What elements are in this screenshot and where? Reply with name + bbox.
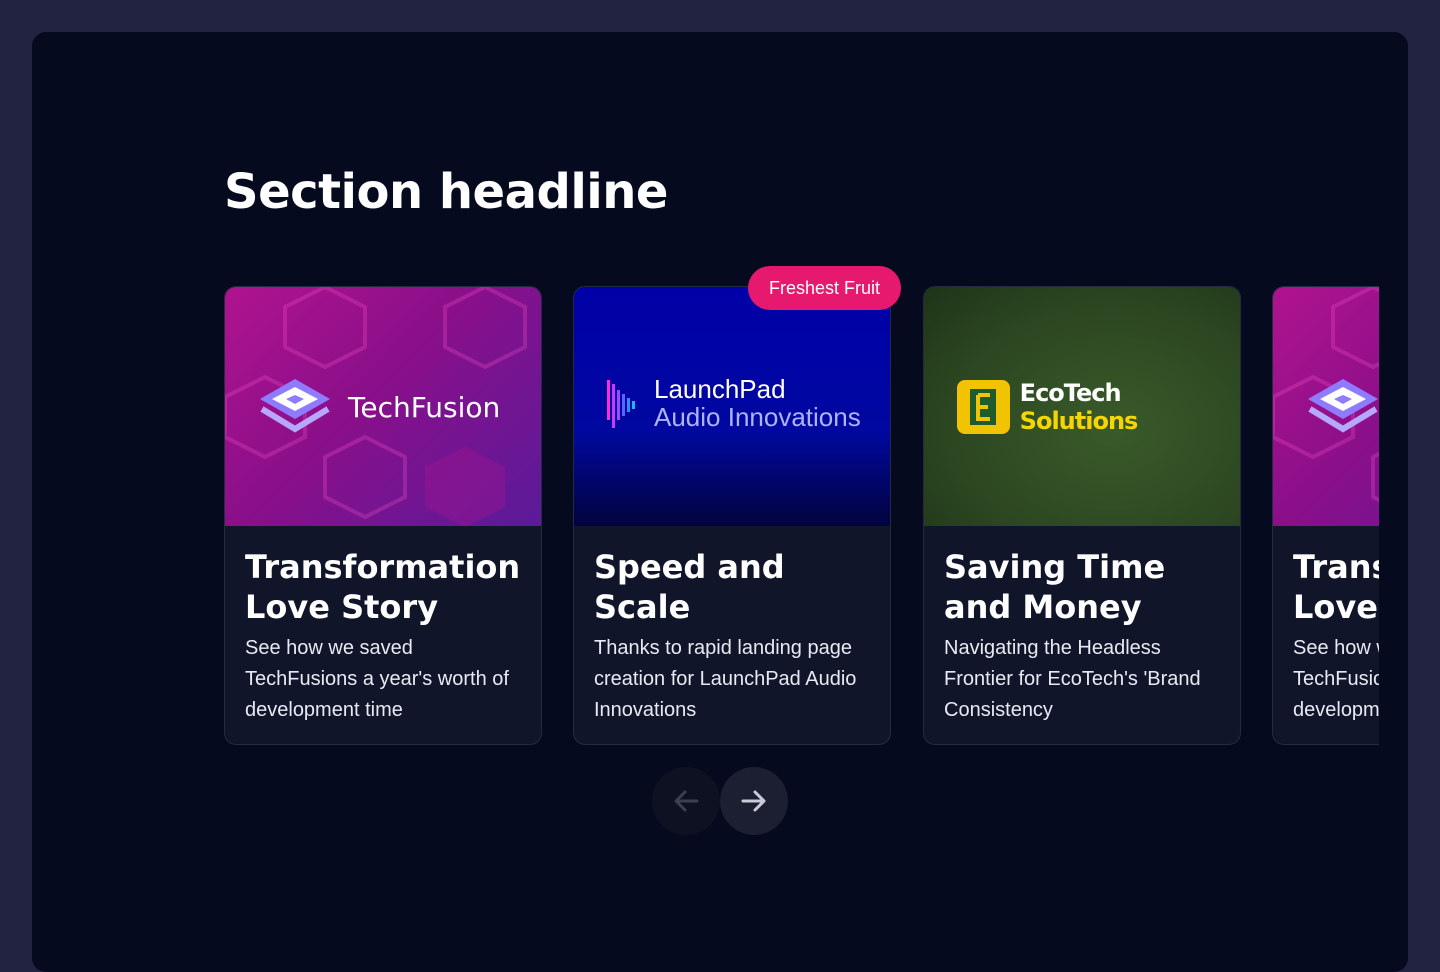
techfusion-logo: TechFusion	[258, 377, 500, 437]
card-image: LaunchPad Audio Innovations	[574, 287, 890, 526]
ecotech-wordmark-accent: Solutions	[1019, 407, 1139, 435]
techfusion-wordmark: TechFusion	[348, 390, 501, 424]
featured-badge: Freshest Fruit	[748, 266, 901, 310]
ecotech-logo: EcoTech Solutions	[957, 379, 1240, 435]
launchpad-wordmark: LaunchPad	[654, 374, 786, 404]
layers-icon	[260, 379, 330, 433]
audio-wave-icon	[607, 380, 635, 428]
case-study-card-techfusion-repeat[interactable]: Transformation Love Story See how we sav…	[1272, 286, 1379, 745]
arrow-left-icon	[674, 790, 699, 812]
launchpad-logo: LaunchPad Audio Innovations	[606, 375, 861, 431]
card-title: Saving Time and Money	[944, 548, 1166, 626]
card-image	[1273, 287, 1379, 526]
ecotech-wordmark: EcoTech	[1019, 379, 1122, 407]
card-description: See how we saved TechFusions a year's wo…	[245, 637, 509, 721]
card-title: Speed and Scale	[594, 548, 785, 626]
techfusion-logo	[1306, 377, 1379, 437]
carousel-next-button[interactable]	[720, 767, 788, 835]
arrow-right-icon	[741, 790, 766, 812]
carousel-prev-button[interactable]	[652, 767, 720, 835]
layers-icon	[1308, 379, 1378, 433]
card-description: Navigating the Headless Frontier for Eco…	[944, 637, 1201, 721]
case-study-card-ecotech[interactable]: EcoTech Solutions Saving Time and Money …	[923, 286, 1241, 745]
launchpad-tagline: Audio Innovations	[654, 402, 861, 432]
card-description: Thanks to rapid landing page creation fo…	[594, 637, 857, 721]
case-study-card-techfusion[interactable]: TechFusion Transformation Love Story See…	[224, 286, 542, 745]
card-title: Transformation Love Story	[1293, 548, 1379, 626]
ecotech-mark-icon	[957, 380, 1010, 434]
card-description: See how we saved TechFusions a year's wo…	[1293, 637, 1379, 721]
case-study-card-launchpad[interactable]: LaunchPad Audio Innovations Speed and Sc…	[573, 286, 891, 745]
card-image: TechFusion	[225, 287, 541, 526]
card-title: Transformation Love Story	[245, 548, 521, 626]
section-headline: Section headline	[224, 164, 668, 220]
card-image: EcoTech Solutions	[924, 287, 1240, 526]
carousel-viewport: TechFusion Transformation Love Story See…	[224, 286, 1379, 756]
